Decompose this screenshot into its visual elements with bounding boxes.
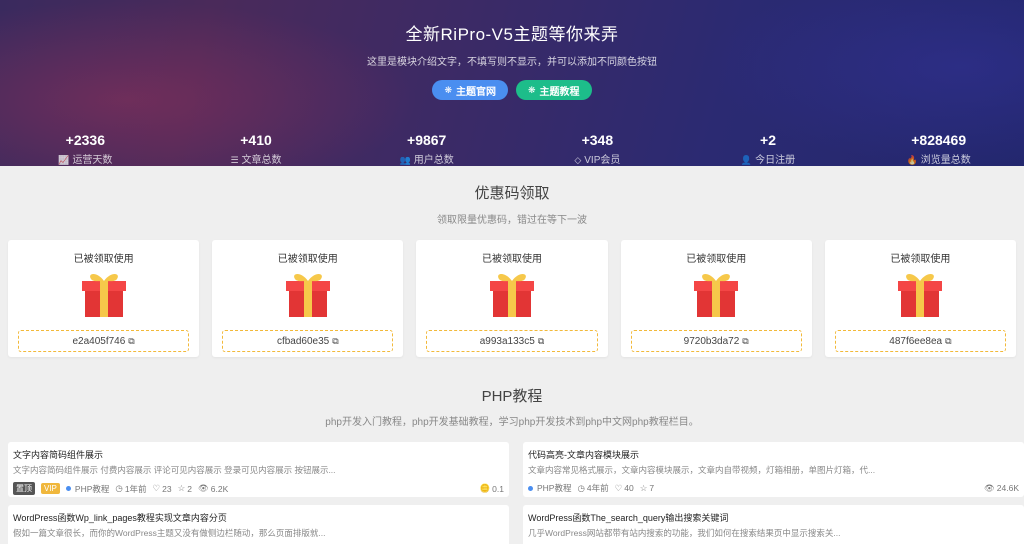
coupon-card: 已被领取使用 a993a133c5 ⧉ bbox=[416, 240, 608, 357]
coupon-code-copy[interactable]: 9720b3da72 ⧉ bbox=[630, 330, 802, 352]
article-category[interactable]: PHP教程 bbox=[528, 482, 571, 494]
article-card: WordPress函数The_search_query输出搜索关键词 几乎Wor… bbox=[523, 505, 1024, 544]
coupon-card: 已被领取使用 e2a405f746 ⧉ bbox=[8, 240, 200, 357]
coupon-code: cfbad60e35 bbox=[276, 335, 330, 347]
article-title[interactable]: WordPress函数Wp_link_pages教程实现文章内容分页 bbox=[13, 511, 504, 524]
coupon-card: 已被领取使用 9720b3da72 ⧉ bbox=[620, 240, 812, 357]
copy-icon: ⧉ bbox=[742, 335, 749, 346]
stat-articles: +410 ☰ 文章总数 bbox=[230, 132, 282, 166]
copy-icon: ⧉ bbox=[537, 335, 545, 346]
coupon-code: a993a133c5 bbox=[479, 335, 535, 347]
favorites-count: ☆ 2 bbox=[177, 483, 192, 494]
coupon-status: 已被领取使用 bbox=[277, 254, 338, 265]
copy-icon: ⧉ bbox=[945, 335, 952, 346]
likes-count: ♡ 40 bbox=[614, 482, 634, 494]
diamond-icon: ◇ bbox=[574, 155, 582, 165]
coupon-card: 已被领取使用 487f6ee8ea ⧉ bbox=[824, 240, 1017, 357]
sparkle-icon: ❋ bbox=[444, 84, 452, 95]
coupon-status: 已被领取使用 bbox=[482, 254, 542, 265]
article-meta: PHP教程 ◷ 4年前 ♡ 40 ☆ 7 👁 24.6K bbox=[528, 482, 1019, 494]
coupon-code: e2a405f746 bbox=[72, 335, 126, 347]
php-section: PHP教程 php开发入门教程，php开发基础教程，学习php开发技术到php中… bbox=[0, 385, 1024, 544]
views-count: 👁 6.2K bbox=[198, 483, 229, 494]
sparkle-icon: ❋ bbox=[528, 84, 536, 95]
article-card: 文字内容简码组件展示 文字内容简码组件展示 付费内容展示 评论可见内容展示 登录… bbox=[8, 442, 509, 497]
coupon-status: 已被领取使用 bbox=[73, 254, 134, 265]
article-time: ◷ 1年前 bbox=[115, 483, 147, 494]
vip-badge: VIP bbox=[41, 483, 60, 494]
theme-site-button[interactable]: ❋ 主题官网 bbox=[432, 80, 508, 100]
stat-views: +828469 🔥 浏览量总数 bbox=[906, 132, 971, 166]
coupon-section-subtitle: 领取限量优惠码，错过在等下一波 bbox=[437, 215, 587, 226]
copy-icon: ⧉ bbox=[128, 335, 135, 346]
stat-users: +9867 👥 用户总数 bbox=[399, 132, 454, 166]
coupon-code-copy[interactable]: 487f6ee8ea ⧉ bbox=[834, 330, 1007, 352]
article-excerpt: 假如一篇文章很长，而你的WordPress主题又没有做侧边栏随动，那么页面排版就… bbox=[13, 528, 326, 538]
copy-icon: ⧉ bbox=[332, 335, 339, 346]
coupon-section-title: 优惠码领取 bbox=[474, 185, 550, 202]
gift-icon bbox=[490, 274, 534, 317]
category-dot-icon bbox=[65, 486, 71, 491]
category-dot-icon bbox=[528, 485, 533, 491]
article-meta: 置顶 VIP PHP教程 ◷ 1年前 ♡ 23 ☆ 2 👁 6.2K 🪙 0.1 bbox=[13, 482, 504, 495]
article-title[interactable]: 代码高亮-文章内容模块展示 bbox=[528, 448, 1019, 461]
article-title[interactable]: 文字内容简码组件展示 bbox=[13, 448, 504, 461]
coupon-status: 已被领取使用 bbox=[686, 254, 747, 265]
article-card: 代码高亮-文章内容模块展示 文章内容常见格式展示，文章内容模块展示，文章内自带视… bbox=[523, 442, 1024, 497]
top-badge: 置顶 bbox=[13, 482, 35, 495]
article-category[interactable]: PHP教程 bbox=[65, 483, 109, 495]
coupon-code-copy[interactable]: cfbad60e35 ⧉ bbox=[222, 330, 394, 352]
gift-icon bbox=[285, 274, 330, 317]
article-excerpt: 文章内容常见格式展示，文章内容模块展示，文章内自带视频，灯箱相册，单图片灯箱，代… bbox=[528, 465, 876, 475]
stat-run-days: +2336 📈 运营天数 bbox=[58, 132, 113, 166]
coupon-card: 已被领取使用 cfbad60e35 ⧉ bbox=[212, 240, 404, 357]
coupon-status: 已被领取使用 bbox=[890, 254, 951, 265]
fire-icon: 🔥 bbox=[906, 155, 918, 165]
heart-icon: ♡ bbox=[152, 483, 161, 493]
article-excerpt: 几乎WordPress网站都带有站内搜索的功能，我们如何在搜索结果页中显示搜索关… bbox=[528, 528, 841, 538]
chart-icon: 📈 bbox=[58, 155, 70, 165]
gift-icon bbox=[898, 274, 943, 317]
php-section-title: PHP教程 bbox=[481, 388, 543, 405]
coupon-code: 9720b3da72 bbox=[683, 335, 740, 347]
hero-banner: 全新RiPro-V5主题等你来弄 这里是模块介绍文字，不填写则不显示，并可以添加… bbox=[0, 0, 1024, 166]
article-right-stat: 👁 24.6K bbox=[983, 482, 1019, 494]
coupon-code-copy[interactable]: a993a133c5 ⧉ bbox=[426, 330, 598, 352]
article-right-stat: 🪙 0.1 bbox=[479, 483, 504, 494]
article-title[interactable]: WordPress函数The_search_query输出搜索关键词 bbox=[528, 511, 1019, 524]
clock-icon: ◷ bbox=[577, 482, 585, 493]
hero-subtitle: 这里是模块介绍文字，不填写则不显示，并可以添加不同颜色按钮 bbox=[367, 57, 657, 68]
stat-vip: +348 ◇ VIP会员 bbox=[574, 132, 621, 166]
users-icon: 👥 bbox=[399, 155, 411, 165]
star-icon: ☆ bbox=[639, 482, 648, 493]
gift-icon bbox=[81, 274, 126, 317]
heart-icon: ♡ bbox=[614, 482, 623, 493]
stats-row: +2336 📈 运营天数 +410 ☰ 文章总数 +9867 👥 用户总数 +348 … bbox=[0, 132, 1024, 166]
eye-icon: 👁 bbox=[198, 483, 209, 493]
eye-icon: 👁 bbox=[983, 482, 995, 493]
database-icon: ☰ bbox=[230, 155, 239, 165]
coupon-section: 优惠码领取 领取限量优惠码，错过在等下一波 已被领取使用 e2a405f746 … bbox=[0, 166, 1024, 357]
hero-title: 全新RiPro-V5主题等你来弄 bbox=[405, 25, 619, 44]
coupon-code: 487f6ee8ea bbox=[889, 335, 943, 347]
article-excerpt: 文字内容简码组件展示 付费内容展示 评论可见内容展示 登录可见内容展示 按钮展示… bbox=[13, 465, 336, 475]
stat-today-register: +2 👤 今日注册 bbox=[740, 132, 796, 166]
clock-icon: ◷ bbox=[115, 483, 123, 493]
likes-count: ♡ 23 bbox=[152, 483, 172, 494]
user-plus-icon: 👤 bbox=[740, 155, 753, 165]
star-icon: ☆ bbox=[177, 483, 186, 493]
coupon-code-copy[interactable]: e2a405f746 ⧉ bbox=[18, 330, 190, 352]
php-section-subtitle: php开发入门教程，php开发基础教程，学习php开发技术到php中文网php教… bbox=[325, 417, 699, 428]
article-list: 文字内容简码组件展示 文字内容简码组件展示 付费内容展示 评论可见内容展示 登录… bbox=[0, 442, 1024, 544]
favorites-count: ☆ 7 bbox=[639, 482, 655, 494]
coupon-list: 已被领取使用 e2a405f746 ⧉ 已被领取使用 cfbad60e35 ⧉ … bbox=[0, 240, 1024, 357]
article-time: ◷ 4年前 bbox=[577, 482, 609, 494]
gift-icon bbox=[694, 274, 739, 317]
article-card: WordPress函数Wp_link_pages教程实现文章内容分页 假如一篇文… bbox=[8, 505, 509, 544]
theme-tutorial-button[interactable]: ❋ 主题教程 bbox=[516, 80, 592, 100]
coins-icon: 🪙 bbox=[479, 483, 491, 493]
